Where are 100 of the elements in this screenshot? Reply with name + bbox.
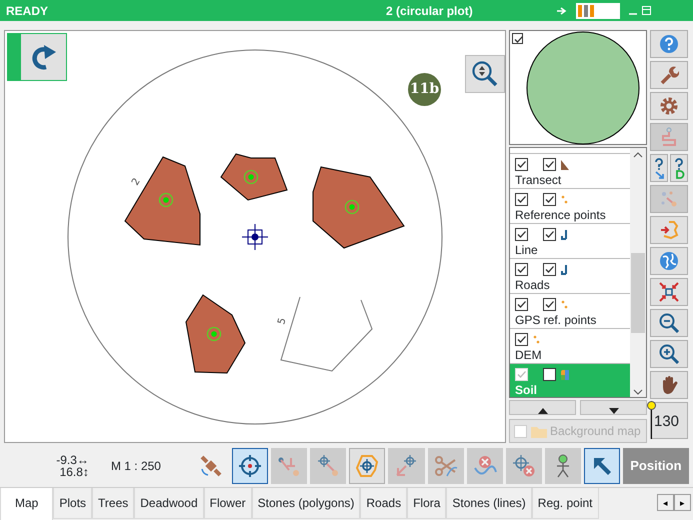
layer-type-icon — [560, 264, 570, 276]
minimize-icon — [628, 12, 637, 14]
layer-name: Transect — [515, 173, 562, 188]
stone-polygon[interactable] — [185, 294, 246, 374]
help-arrow-icon — [652, 157, 666, 179]
layer-name: Roads — [515, 278, 551, 292]
selectable-checkbox[interactable] — [543, 368, 556, 382]
zoom-value: 130 — [654, 412, 680, 432]
scroll-right-button[interactable]: ▸ — [674, 494, 691, 511]
polygon-target-icon — [355, 454, 380, 478]
help-letter-icon — [672, 157, 686, 179]
layer-type-icon — [560, 228, 570, 241]
tab[interactable]: Flora — [407, 488, 446, 519]
tool-button[interactable] — [650, 216, 688, 244]
folder-icon — [531, 424, 547, 438]
tool-button[interactable] — [650, 92, 688, 120]
zoom-button[interactable] — [465, 55, 505, 93]
polygon-arrow-icon — [659, 220, 679, 240]
zoom-out-icon — [659, 313, 679, 333]
layer-name: Reference points — [515, 208, 607, 222]
tool-button[interactable] — [349, 448, 386, 484]
slider-thumb[interactable] — [647, 401, 656, 410]
up-triangle-icon — [538, 408, 548, 414]
stone-polygon[interactable] — [312, 166, 405, 249]
plot-center-marker — [242, 224, 268, 250]
layer-name: Line — [515, 243, 539, 258]
tab[interactable]: Roads — [360, 488, 408, 519]
tool-button[interactable] — [584, 448, 620, 484]
tab[interactable]: Trees — [92, 488, 134, 519]
layer-type-icon — [560, 194, 570, 206]
tab[interactable]: Map — [0, 488, 54, 520]
add-vertex-icon — [394, 454, 418, 478]
visibility-checkbox[interactable] — [515, 158, 528, 172]
stone-polygon[interactable] — [220, 153, 288, 201]
tool-button[interactable] — [650, 340, 688, 368]
background-map-label: Background map — [550, 423, 641, 440]
scroll-left-button[interactable]: ◂ — [657, 494, 674, 511]
scrollbar[interactable] — [630, 148, 646, 398]
selectable-checkbox[interactable] — [543, 158, 556, 172]
delete-vertex-icon — [512, 454, 536, 478]
tool-button[interactable] — [650, 278, 688, 306]
selectable-checkbox[interactable] — [543, 193, 556, 206]
restore-icon — [642, 6, 651, 15]
visibility-checkbox[interactable] — [515, 228, 528, 242]
layer-name: Soil — [515, 383, 538, 398]
scatter-points-icon — [659, 189, 679, 209]
polygon-number: 5 — [276, 316, 289, 326]
tab[interactable]: Deadwood — [134, 488, 204, 519]
layer-type-icon — [560, 368, 570, 381]
tool-button[interactable] — [232, 448, 268, 484]
x-coordinate: -9.3↔ — [56, 454, 89, 466]
selectable-checkbox[interactable] — [543, 228, 556, 242]
arrow-icon — [556, 6, 567, 14]
zoom-in-icon — [659, 344, 679, 364]
stone-polygon[interactable] — [124, 156, 200, 246]
level-indicator-icon — [576, 2, 620, 18]
help-tool-button[interactable] — [670, 154, 688, 182]
selectable-checkbox[interactable] — [543, 263, 556, 276]
tool-button[interactable] — [650, 309, 688, 337]
tool-button[interactable] — [650, 61, 688, 89]
satellite-icon — [199, 454, 224, 478]
settings-icon — [659, 96, 679, 116]
tool-button[interactable] — [650, 30, 688, 58]
map-scale: M 1 : 250 — [110, 458, 162, 475]
wrench-icon — [659, 65, 679, 85]
preview-checkbox[interactable] — [512, 33, 523, 44]
tab[interactable]: Plots — [53, 488, 92, 519]
layer-name: DEM — [515, 348, 543, 362]
visibility-checkbox[interactable] — [515, 263, 528, 276]
y-coordinate: 16.8↕ — [60, 466, 89, 478]
help-tool-button[interactable] — [650, 154, 668, 182]
status-text: READY — [6, 2, 48, 20]
target-icon — [238, 454, 262, 478]
layer-up-button[interactable] — [509, 400, 576, 416]
vertex-arrow-icon — [316, 454, 340, 478]
redo-button[interactable] — [7, 33, 67, 81]
layer-type-icon — [560, 158, 570, 171]
plot-badge: 11b — [408, 73, 441, 106]
layer-name: GPS ref. points — [515, 313, 598, 328]
scissors-icon — [434, 454, 458, 478]
shrink-arrows-icon — [659, 282, 679, 302]
visibility-checkbox[interactable] — [515, 193, 528, 206]
tab[interactable]: Flower — [204, 488, 252, 519]
globe-icon — [659, 251, 679, 271]
tab[interactable]: Stones (lines) — [446, 488, 532, 519]
visibility-checkbox[interactable] — [515, 298, 528, 312]
route-upload-icon — [659, 127, 679, 147]
down-triangle-icon — [608, 408, 618, 414]
plot-title: 2 (circular plot) — [386, 2, 473, 20]
layer-down-button[interactable] — [580, 400, 647, 416]
tab[interactable]: Stones (polygons) — [252, 488, 360, 519]
selectable-checkbox[interactable] — [543, 298, 556, 312]
layer-type-icon — [560, 298, 570, 311]
layer-type-icon — [532, 334, 542, 346]
tool-button[interactable] — [650, 247, 688, 275]
visibility-checkbox[interactable] — [515, 333, 528, 346]
polygon-number: 2 — [130, 176, 143, 188]
map-canvas[interactable]: 2 5 11b — [4, 30, 506, 443]
tool-button[interactable] — [650, 371, 688, 399]
tab[interactable]: Reg. point — [532, 488, 598, 519]
